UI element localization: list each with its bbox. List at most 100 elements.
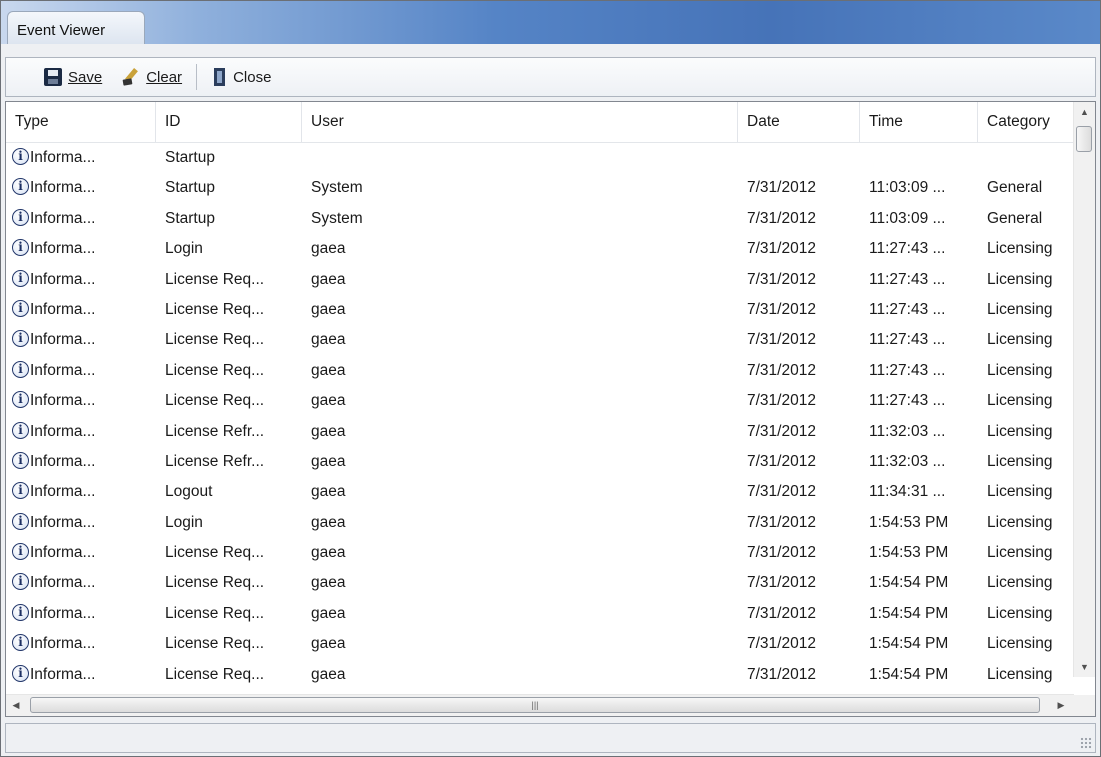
cell-date: 7/31/2012 bbox=[747, 635, 816, 653]
cell-time: 1:54:54 PM bbox=[869, 574, 949, 592]
cell-user: gaea bbox=[311, 635, 346, 653]
cell-type: Informa... bbox=[30, 574, 96, 592]
information-icon: i bbox=[12, 208, 29, 226]
horizontal-scrollbar[interactable]: ◀ ||| ▶ bbox=[6, 694, 1074, 716]
cell-time: 1:54:54 PM bbox=[869, 665, 949, 683]
event-list[interactable]: Type ID User Date Time Category i Informa… bbox=[5, 101, 1096, 717]
floppy-disk-icon bbox=[44, 68, 62, 86]
information-icon: i bbox=[12, 543, 29, 561]
window-title: Event Viewer bbox=[7, 11, 145, 44]
column-header-date[interactable]: Date bbox=[738, 102, 860, 142]
toolbar-separator bbox=[196, 64, 198, 90]
cell-type: Informa... bbox=[30, 149, 96, 166]
cell-time: 1:54:53 PM bbox=[869, 544, 949, 562]
horizontal-scroll-thumb[interactable]: ||| bbox=[30, 697, 1040, 713]
cell-id: Startup bbox=[165, 179, 215, 197]
table-row[interactable]: i Informa... Logout gaea 7/31/2012 11:34:31 .… bbox=[6, 477, 1074, 507]
list-header: Type ID User Date Time Category bbox=[6, 102, 1074, 143]
cell-user: gaea bbox=[311, 240, 346, 258]
table-row[interactable]: i Informa... License Req... gaea 7/31/2012 1:… bbox=[6, 660, 1074, 690]
cell-category bbox=[987, 143, 1074, 173]
cell-category: Licensing bbox=[987, 300, 1053, 318]
cell-id: License Req... bbox=[165, 665, 265, 683]
event-viewer-window: Event Viewer Save Clear Close Type ID Us… bbox=[0, 0, 1101, 757]
information-icon: i bbox=[12, 299, 29, 317]
cell-type: Informa... bbox=[30, 179, 96, 197]
close-button[interactable]: Close bbox=[205, 63, 277, 91]
table-row[interactable]: i Informa... Login gaea 7/31/2012 11:27:43 ..… bbox=[6, 234, 1074, 264]
cell-date: 7/31/2012 bbox=[747, 300, 816, 318]
scroll-right-arrow-icon[interactable]: ▶ bbox=[1051, 695, 1071, 716]
cell-id: License Req... bbox=[165, 270, 265, 288]
table-row[interactable]: i Informa... Startup System 7/31/2012 11:03:0… bbox=[6, 204, 1074, 234]
cell-time: 11:32:03 ... bbox=[869, 452, 946, 470]
cell-time: 1:54:53 PM bbox=[869, 513, 949, 531]
cell-type: Informa... bbox=[30, 483, 96, 501]
cell-user: gaea bbox=[311, 270, 346, 288]
cell-time: 1:54:54 PM bbox=[869, 635, 949, 653]
table-row[interactable]: i Informa... License Req... gaea 7/31/2012 1:… bbox=[6, 538, 1074, 568]
cell-category: Licensing bbox=[987, 270, 1053, 288]
information-icon: i bbox=[12, 269, 29, 287]
column-header-user[interactable]: User bbox=[302, 102, 738, 142]
table-row[interactable]: i Informa... License Refr... gaea 7/31/2012 1… bbox=[6, 447, 1074, 477]
cell-user: gaea bbox=[311, 513, 346, 531]
cell-id: Login bbox=[165, 513, 203, 531]
cell-user: System bbox=[311, 179, 363, 197]
vertical-scrollbar[interactable]: ▲ ▼ bbox=[1073, 102, 1095, 677]
status-bar bbox=[5, 723, 1096, 753]
information-icon: i bbox=[12, 512, 29, 530]
information-icon: i bbox=[12, 360, 29, 378]
information-icon: i bbox=[12, 330, 29, 348]
cell-date: 7/31/2012 bbox=[747, 483, 816, 501]
column-header-id[interactable]: ID bbox=[156, 102, 302, 142]
information-icon: i bbox=[12, 391, 29, 409]
cell-type: Informa... bbox=[30, 635, 96, 653]
table-row[interactable]: i Informa... License Req... gaea 7/31/2012 1:… bbox=[6, 599, 1074, 629]
cell-time: 1:54:54 PM bbox=[869, 604, 949, 622]
cell-id: Startup bbox=[165, 149, 215, 166]
table-row[interactable]: i Informa... License Req... gaea 7/31/2012 11… bbox=[6, 265, 1074, 295]
cell-type: Informa... bbox=[30, 452, 96, 470]
cell-category: Licensing bbox=[987, 361, 1053, 379]
cell-category: Licensing bbox=[987, 483, 1053, 501]
table-row[interactable]: i Informa... License Req... gaea 7/31/2012 1:… bbox=[6, 629, 1074, 659]
cell-time: 11:03:09 ... bbox=[869, 209, 946, 227]
table-row[interactable]: i Informa... License Refr... gaea 7/31/2012 1… bbox=[6, 417, 1074, 447]
cell-id: License Req... bbox=[165, 392, 265, 410]
table-row[interactable]: i Informa... License Req... gaea 7/31/2012 11… bbox=[6, 295, 1074, 325]
save-button[interactable]: Save bbox=[38, 63, 108, 91]
table-row[interactable]: i Informa... License Req... gaea 7/31/2012 11… bbox=[6, 386, 1074, 416]
cell-user: gaea bbox=[311, 392, 346, 410]
cell-time: 11:27:43 ... bbox=[869, 361, 946, 379]
cell-time: 11:34:31 ... bbox=[869, 483, 946, 501]
door-icon bbox=[211, 68, 227, 86]
information-icon: i bbox=[12, 421, 29, 439]
scroll-down-arrow-icon[interactable]: ▼ bbox=[1074, 657, 1095, 677]
cell-user: gaea bbox=[311, 300, 346, 318]
column-header-type[interactable]: Type bbox=[6, 102, 156, 142]
cell-id: License Req... bbox=[165, 635, 265, 653]
column-header-time[interactable]: Time bbox=[860, 102, 978, 142]
cell-date: 7/31/2012 bbox=[747, 209, 816, 227]
cell-type: Informa... bbox=[30, 665, 96, 683]
cell-date: 7/31/2012 bbox=[747, 179, 816, 197]
table-row[interactable]: i Informa... Startup bbox=[6, 143, 1074, 173]
scroll-up-arrow-icon[interactable]: ▲ bbox=[1074, 102, 1095, 122]
table-row[interactable]: i Informa... Login gaea 7/31/2012 1:54:53 PM L… bbox=[6, 508, 1074, 538]
cell-user: gaea bbox=[311, 361, 346, 379]
table-row[interactable]: i Informa... License Req... gaea 7/31/2012 11… bbox=[6, 356, 1074, 386]
cell-type: Informa... bbox=[30, 604, 96, 622]
column-header-category[interactable]: Category bbox=[978, 102, 1074, 142]
table-row[interactable]: i Informa... Startup System 7/31/2012 11:03:0… bbox=[6, 173, 1074, 203]
cell-id: License Req... bbox=[165, 331, 265, 349]
cell-date: 7/31/2012 bbox=[747, 392, 816, 410]
table-row[interactable]: i Informa... License Req... gaea 7/31/2012 11… bbox=[6, 325, 1074, 355]
scroll-left-arrow-icon[interactable]: ◀ bbox=[6, 695, 26, 716]
vertical-scroll-thumb[interactable] bbox=[1076, 126, 1092, 152]
cell-user: gaea bbox=[311, 331, 346, 349]
clear-button[interactable]: Clear bbox=[116, 63, 188, 91]
table-row[interactable]: i Informa... License Req... gaea 7/31/2012 1:… bbox=[6, 568, 1074, 598]
resize-grip-icon[interactable] bbox=[1080, 737, 1092, 749]
cell-user: gaea bbox=[311, 604, 346, 622]
